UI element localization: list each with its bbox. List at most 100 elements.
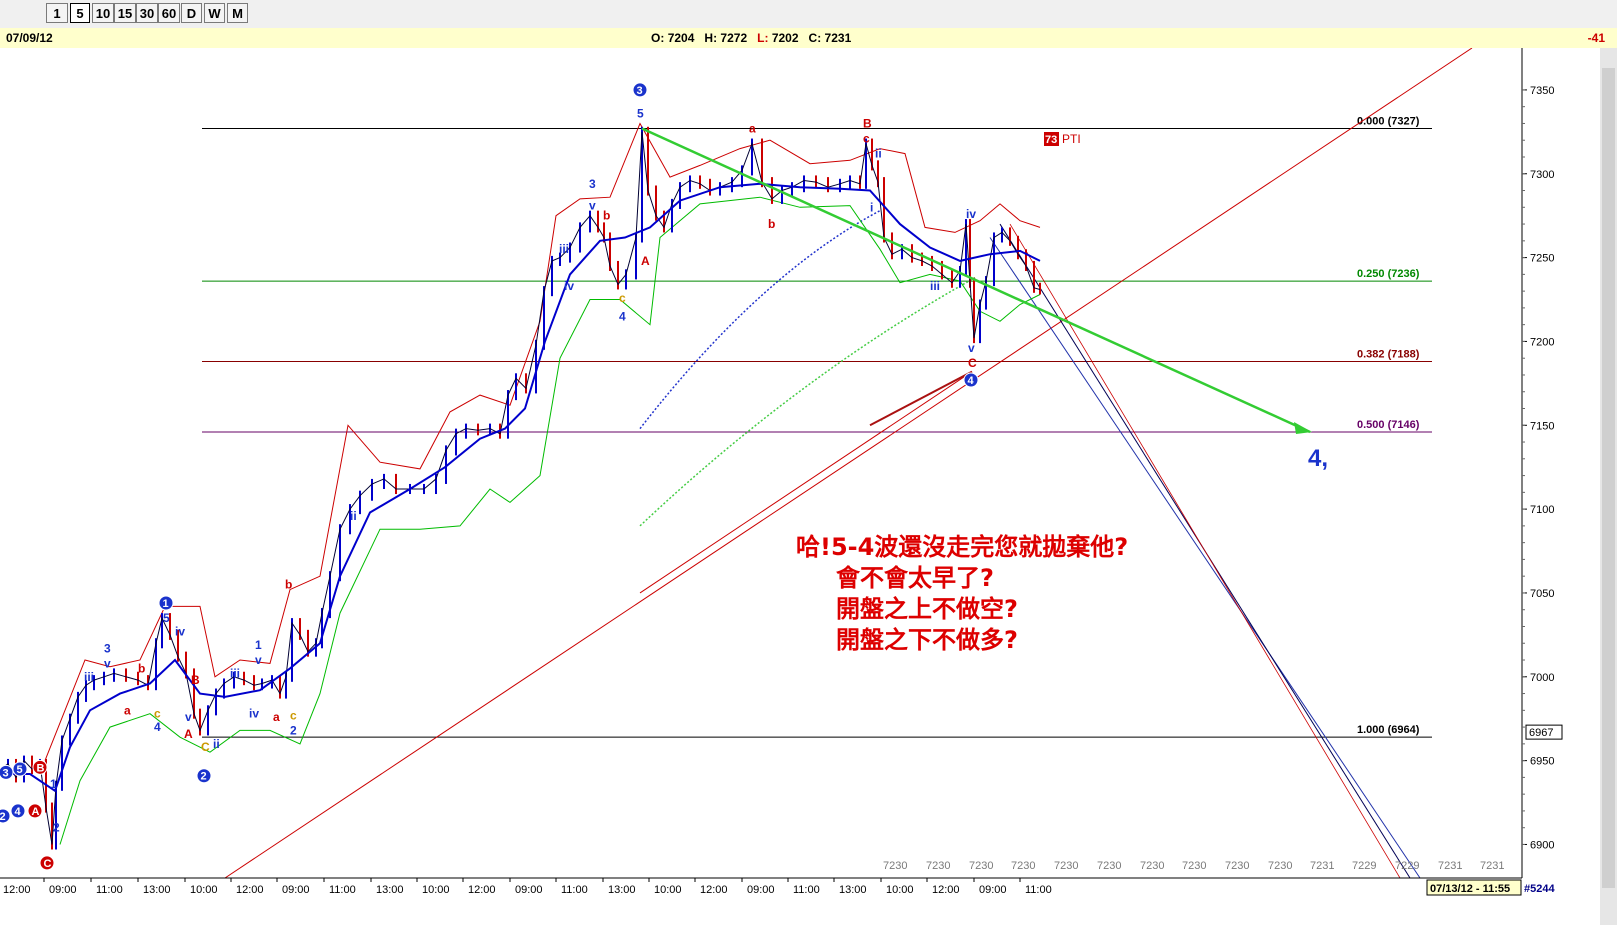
wave-label: 1 (50, 777, 57, 791)
wave-label: c (154, 707, 161, 721)
future-price-label: 7230 (883, 860, 907, 872)
wave-label: v (255, 653, 262, 667)
time-tick-label: 12:00 (236, 884, 264, 896)
wave-label: a (749, 121, 756, 135)
y-tick-label: 7000 (1530, 672, 1554, 684)
future-price-label: 7230 (1268, 860, 1292, 872)
wave-circle-label: A (32, 806, 40, 818)
timeframe-button-D[interactable]: D (181, 3, 202, 23)
future-price-label: 7230 (1182, 860, 1206, 872)
wave-label: v (589, 199, 596, 213)
wave-label: 2 (290, 723, 297, 737)
wave-label: v (968, 341, 975, 355)
wave-label: a (273, 710, 280, 724)
pti-badge-text: PTI (1062, 132, 1081, 146)
time-tick-label: 11:00 (561, 884, 588, 896)
timeframe-button-M[interactable]: M (227, 3, 248, 23)
wave-label: c (619, 291, 626, 305)
future-price-label: 7230 (1140, 860, 1164, 872)
open-label: O: (651, 31, 665, 45)
timeframe-button-W[interactable]: W (204, 3, 225, 23)
annotation-line: 開盤之上不做空? (836, 595, 1018, 623)
ohlc-readout: O: 7204 H: 7272 L: 7202 C: 7231 (651, 31, 851, 45)
scrollbar-thumb[interactable] (1602, 68, 1615, 888)
wave-label: iii (930, 279, 940, 293)
wave-label: c (290, 708, 297, 722)
time-tick-label: 09:00 (979, 884, 1007, 896)
future-price-label: 7230 (969, 860, 993, 872)
wave-label: iii (230, 666, 240, 680)
close-value: 7231 (824, 31, 852, 45)
wave-circle-label: 3 (637, 85, 643, 97)
fib-label: 1.000 (6964) (1357, 724, 1420, 736)
wave-circle-label: 4 (968, 375, 975, 387)
time-tick-label: 10:00 (654, 884, 682, 896)
time-tick-label: 10:00 (190, 884, 218, 896)
y-tick-label: 7050 (1530, 588, 1554, 600)
target-wave-label: 4, (1308, 445, 1328, 472)
timeframe-button-60[interactable]: 60 (158, 3, 180, 23)
wave-label: 3 (104, 641, 111, 655)
y-tick-label: 6950 (1530, 756, 1554, 768)
timeframe-button-1[interactable]: 1 (46, 3, 68, 23)
future-price-label: 7231 (1310, 860, 1334, 872)
time-tick-label: 09:00 (747, 884, 775, 896)
future-price-label: 7231 (1438, 860, 1462, 872)
future-price-label: 7229 (1395, 860, 1419, 872)
y-tick-label: 6900 (1530, 839, 1554, 851)
time-tick-label: 13:00 (839, 884, 867, 896)
wave-label: v (104, 656, 111, 670)
bar-count: #5244 (1524, 883, 1555, 895)
last-price-label: 6967 (1529, 727, 1553, 739)
open-value: 7204 (667, 31, 695, 45)
fib-label: 0.500 (7146) (1357, 419, 1420, 431)
wave-label: v (185, 710, 192, 724)
annotation-line: 哈!5-4波還沒走完您就拋棄他? (796, 533, 1128, 561)
wave-label: iv (966, 207, 976, 221)
current-date: 07/09/12 (6, 31, 53, 45)
timeframe-button-30[interactable]: 30 (136, 3, 158, 23)
time-tick-label: 10:00 (886, 884, 914, 896)
wave-label: iv (175, 625, 185, 639)
time-tick-label: 12:00 (468, 884, 496, 896)
wave-circle-label: C (44, 858, 52, 870)
date-stamp: 07/13/12 - 11:55 (1430, 883, 1510, 895)
annotation-line: 開盤之下不做多? (836, 626, 1018, 654)
close-label: C: (808, 31, 822, 45)
future-price-label: 7231 (1480, 860, 1504, 872)
wave-circle-label: 4 (15, 806, 22, 818)
wave-label: 1 (255, 638, 262, 652)
time-tick-label: 09:00 (282, 884, 310, 896)
timeframe-button-15[interactable]: 15 (114, 3, 136, 23)
future-price-label: 7230 (1011, 860, 1035, 872)
wave-label: b (138, 661, 145, 675)
wave-label: 5 (637, 106, 644, 120)
y-tick-label: 7100 (1530, 504, 1554, 516)
price-chart[interactable]: 7350 7300 7250 7200 7150 7100 7050 7000 6950 6900… (0, 48, 1617, 925)
pti-badge-number: 73 (1045, 134, 1057, 146)
y-tick-label: 7150 (1530, 420, 1554, 432)
wave-circle-label: 1 (163, 598, 169, 610)
wave-label: 4 (619, 309, 626, 323)
low-label: L: (757, 31, 769, 45)
wave-label: c (863, 132, 870, 146)
wave-label: B (863, 116, 872, 130)
time-tick-label: 11:00 (96, 884, 123, 896)
info-bar: 07/09/12 O: 7204 H: 7272 L: 7202 C: 7231… (0, 28, 1617, 49)
time-tick-label: 10:00 (422, 884, 450, 896)
timeframe-button-5[interactable]: 5 (70, 3, 90, 23)
wave-label: C (968, 356, 977, 370)
y-tick-label: 7300 (1530, 169, 1554, 181)
time-tick-label: 11:00 (329, 884, 356, 896)
wave-label: 3 (589, 177, 596, 191)
fib-label: 0.382 (7188) (1357, 349, 1420, 361)
wave-label: ii (350, 509, 357, 523)
time-tick-label: 09:00 (49, 884, 77, 896)
toolbar: 1 5 10 15 30 60 D W M (0, 0, 1617, 29)
net-change: -41 (1587, 31, 1605, 45)
time-tick-label: 12:00 (700, 884, 728, 896)
timeframe-button-10[interactable]: 10 (92, 3, 114, 23)
wave-label: B (191, 673, 200, 687)
wave-circle-label: 2 (201, 771, 207, 783)
wave-label: a (124, 703, 131, 717)
